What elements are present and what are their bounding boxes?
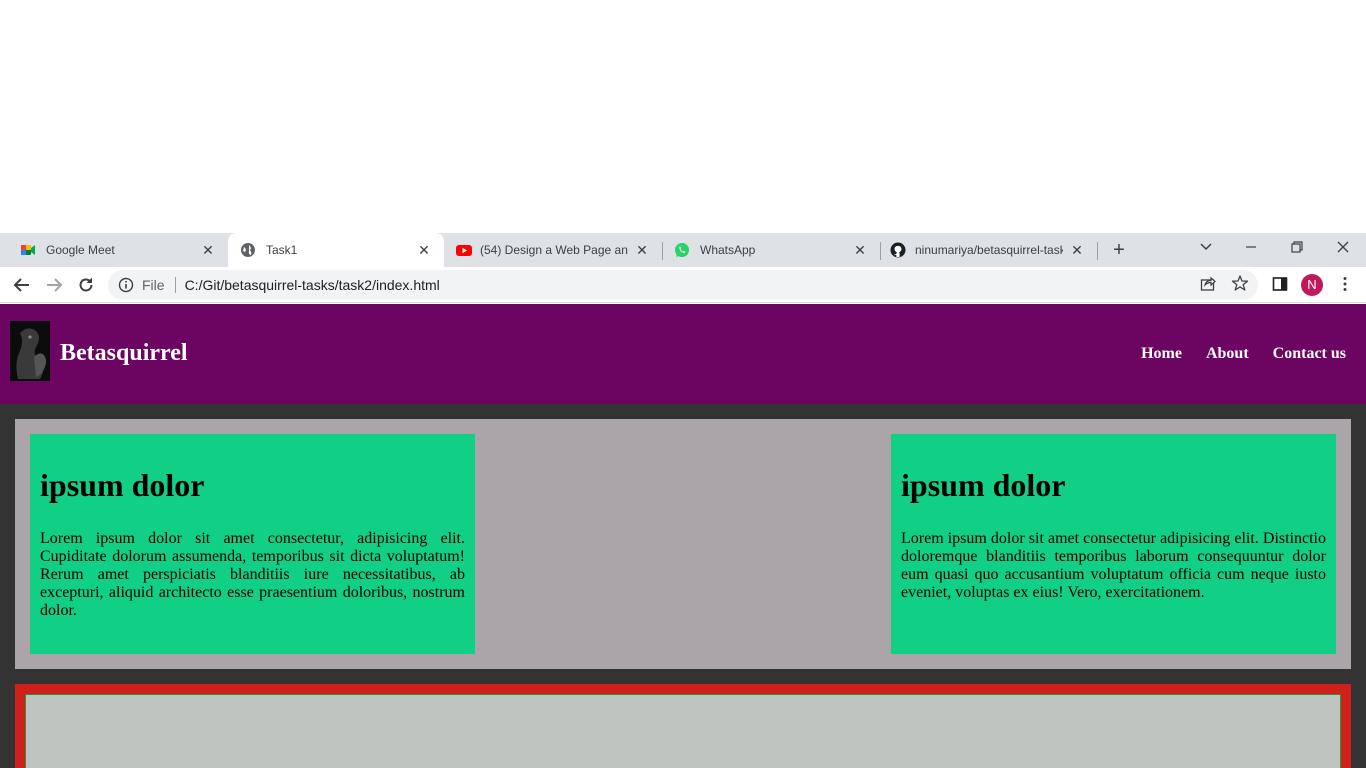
tab-separator (1097, 242, 1098, 260)
card-heading: ipsum dolor (901, 467, 1066, 503)
share-icon[interactable] (1199, 274, 1217, 292)
tab-google-meet[interactable]: Google Meet ✕ (0, 233, 228, 267)
site-brand-name: Betasquirrel (60, 340, 188, 366)
tab-whatsapp[interactable]: WhatsApp ✕ (662, 233, 880, 267)
tab-title: WhatsApp (700, 243, 756, 257)
tab-search-chevron-icon[interactable] (1196, 237, 1216, 257)
close-window-icon[interactable] (1333, 237, 1353, 257)
tab-title: ninumariya/betasquirrel-task (915, 243, 1063, 257)
tab-strip: Google Meet ✕ Task1 ✕ (54) Design a Web … (0, 233, 1366, 267)
browser-toolbar: File C:/Git/betasquirrel-tasks/task2/ind… (0, 267, 1366, 303)
close-tab-icon[interactable]: ✕ (1069, 242, 1085, 258)
cards-container: ipsum dolor Lorem ipsum dolor sit amet c… (15, 419, 1351, 669)
nav-link-contact[interactable]: Contact us (1273, 345, 1346, 363)
reload-icon[interactable] (76, 275, 96, 295)
more-menu-icon[interactable] (1336, 275, 1354, 293)
close-tab-icon[interactable]: ✕ (852, 242, 868, 258)
tab-github[interactable]: ninumariya/betasquirrel-task ✕ (880, 233, 1097, 267)
tab-separator (880, 242, 881, 260)
address-bar[interactable]: File C:/Git/betasquirrel-tasks/task2/ind… (108, 270, 1258, 300)
info-icon[interactable] (118, 277, 134, 293)
close-tab-icon[interactable]: ✕ (416, 242, 432, 258)
nav-link-home[interactable]: Home (1141, 345, 1182, 363)
side-panel-icon[interactable] (1271, 275, 1289, 293)
close-tab-icon[interactable]: ✕ (634, 242, 650, 258)
youtube-icon (456, 245, 472, 256)
new-tab-button[interactable]: + (1109, 240, 1129, 260)
card-text: Lorem ipsum dolor sit amet consectetur, … (40, 530, 465, 619)
restore-icon[interactable] (1287, 237, 1307, 257)
file-scheme-label: File (142, 277, 165, 293)
profile-avatar[interactable]: N (1301, 274, 1323, 296)
content-card-right: ipsum dolor Lorem ipsum dolor sit amet c… (891, 434, 1336, 654)
tab-youtube[interactable]: (54) Design a Web Page and ✕ (444, 233, 662, 267)
bookmark-star-icon[interactable] (1231, 274, 1249, 292)
globe-icon (241, 243, 255, 257)
tab-title: Google Meet (46, 243, 115, 257)
card-heading: ipsum dolor (40, 467, 205, 503)
omnibox-divider (174, 277, 176, 293)
github-icon (890, 242, 906, 258)
card-text: Lorem ipsum dolor sit amet consectetur a… (901, 530, 1326, 601)
whatsapp-icon (675, 243, 689, 257)
page-viewport: Betasquirrel Home About Contact us ipsum… (0, 304, 1366, 768)
google-meet-icon (21, 245, 35, 255)
url-text[interactable]: C:/Git/betasquirrel-tasks/task2/index.ht… (185, 277, 440, 293)
site-header: Betasquirrel Home About Contact us (0, 304, 1366, 404)
squirrel-logo (10, 321, 50, 381)
bordered-container (15, 684, 1351, 768)
tab-separator (662, 242, 663, 260)
tab-task1[interactable]: Task1 ✕ (228, 233, 444, 267)
tab-title: (54) Design a Web Page and (480, 243, 628, 257)
site-nav: Home About Contact us (1141, 345, 1346, 363)
forward-arrow-icon[interactable] (44, 275, 64, 295)
close-tab-icon[interactable]: ✕ (200, 242, 216, 258)
minimize-icon[interactable] (1241, 237, 1261, 257)
content-card-left: ipsum dolor Lorem ipsum dolor sit amet c… (30, 434, 475, 654)
inner-box (25, 694, 1341, 768)
nav-link-about[interactable]: About (1206, 345, 1249, 363)
back-arrow-icon[interactable] (12, 275, 32, 295)
tab-title: Task1 (266, 243, 298, 257)
